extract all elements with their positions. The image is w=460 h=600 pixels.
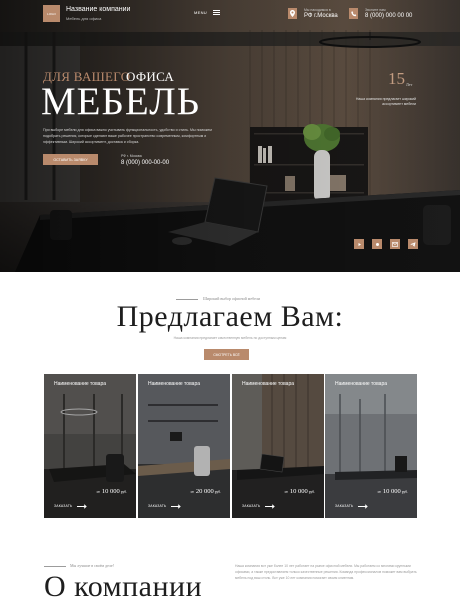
location-pin-icon: [288, 8, 297, 19]
arrow-right-icon: [265, 505, 275, 507]
product-photo: [325, 374, 417, 518]
order-link[interactable]: ЗАКАЗАТЬ: [54, 504, 87, 508]
mail-icon[interactable]: [390, 239, 400, 249]
hamburger-icon: [212, 10, 220, 15]
product-price: от 10 000руб.: [377, 488, 408, 495]
location-label: Мы находимся в: [304, 8, 331, 12]
about-eyebrow: Мы лучшие в своём деле!: [70, 563, 114, 568]
product-card[interactable]: Наименование товара от 10 000руб. ЗАКАЗАТ…: [44, 374, 136, 518]
arrow-right-icon: [171, 505, 181, 507]
offer-subtitle: Наша компания предлагает качественную ме…: [173, 336, 287, 340]
product-name: Наименование товара: [335, 381, 388, 387]
hero-phone-label: РФ г. Москва: [121, 154, 142, 158]
hero-description: При выборе мебели для офиса важно учитыв…: [43, 128, 212, 144]
product-card[interactable]: Наименование товара от 20 000руб. ЗАКАЗАТ…: [138, 374, 230, 518]
order-link[interactable]: ЗАКАЗАТЬ: [242, 504, 275, 508]
arrow-right-icon: [77, 505, 87, 507]
order-link[interactable]: ЗАКАЗАТЬ: [148, 504, 181, 508]
product-price: от 10 000руб.: [284, 488, 315, 495]
telegram-icon[interactable]: [408, 239, 418, 249]
product-photo: [138, 374, 230, 518]
years-number: 15: [388, 69, 405, 88]
view-all-button[interactable]: СМОТРЕТЬ ВСЁ: [204, 349, 249, 360]
menu-label: MENU: [194, 10, 207, 15]
arrow-right-icon: [358, 505, 368, 507]
offer-title: Предлагаем Вам:: [116, 300, 344, 333]
phone-icon: [349, 8, 358, 19]
product-name: Наименование товара: [54, 381, 107, 387]
menu-button[interactable]: MENU: [194, 10, 220, 15]
header-phone[interactable]: 8 (000) 000 00 00: [365, 13, 412, 19]
product-name: Наименование товара: [242, 381, 295, 387]
eyebrow-divider: [44, 566, 66, 567]
product-photo: [232, 374, 324, 518]
company-name: Название компании: [66, 6, 131, 13]
logo[interactable]: LOGO: [43, 5, 60, 22]
company-tagline: Мебель для офиса: [66, 16, 102, 21]
years-description: Наша компания предлагает широкий ассорти…: [355, 97, 416, 106]
about-title: О компании: [44, 570, 203, 600]
phone-label: Звоните нам: [365, 8, 386, 12]
leave-request-button[interactable]: ОСТАВИТЬ ЗАЯВКУ: [43, 154, 98, 165]
product-name: Наименование товара: [148, 381, 201, 387]
vk-icon[interactable]: [372, 239, 382, 249]
product-price: от 20 000руб.: [190, 488, 221, 495]
order-link[interactable]: ЗАКАЗАТЬ: [335, 504, 368, 508]
hero-section: LOGO Название компании Мебель для офиса …: [0, 0, 460, 272]
location-value: РФ г.Москва: [304, 13, 338, 19]
product-photo: [44, 374, 136, 518]
site-header: LOGO Название компании Мебель для офиса …: [0, 0, 460, 32]
product-price: от 10 000руб.: [96, 488, 127, 495]
about-text: Наша компания вот уже более 10 лет работ…: [235, 564, 417, 580]
product-card[interactable]: Наименование товара от 10 000руб. ЗАКАЗАТ…: [325, 374, 417, 518]
years-unit: Лет: [406, 82, 413, 87]
youtube-icon[interactable]: [354, 239, 364, 249]
hero-phone[interactable]: 8 (000) 000-00-00: [121, 160, 169, 166]
hero-title: МЕБЕЛЬ: [41, 80, 201, 123]
product-card[interactable]: Наименование товара от 10 000руб. ЗАКАЗАТ…: [232, 374, 324, 518]
